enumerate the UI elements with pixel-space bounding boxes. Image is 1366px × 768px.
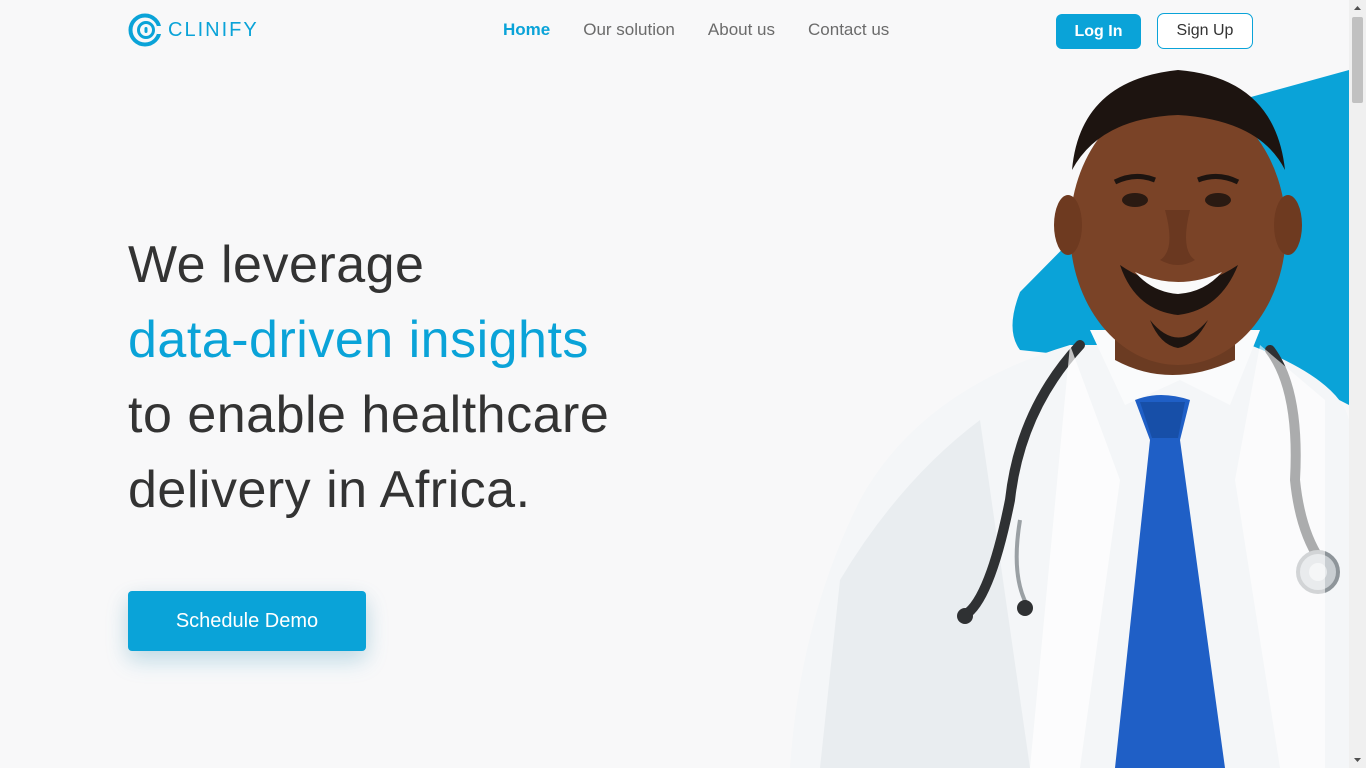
schedule-demo-button[interactable]: Schedule Demo (128, 591, 366, 651)
brand-name: CLINIFY (168, 18, 259, 41)
doctor-hero-image (790, 70, 1349, 768)
nav-contact-us[interactable]: Contact us (808, 20, 889, 40)
page-scrollbar[interactable] (1349, 0, 1366, 768)
scroll-down-arrow-icon[interactable] (1349, 751, 1366, 768)
login-button[interactable]: Log In (1056, 14, 1141, 49)
hero-line-2-highlight: data-driven insights (128, 311, 589, 369)
main-nav: Home Our solution About us Contact us (503, 20, 889, 40)
signup-button[interactable]: Sign Up (1157, 13, 1253, 49)
landing-page: CLINIFY Home Our solution About us Conta… (0, 0, 1349, 768)
hero-headline: We leverage data-driven insights to enab… (128, 228, 748, 528)
scroll-up-arrow-icon[interactable] (1349, 0, 1366, 17)
nav-about-us[interactable]: About us (708, 20, 775, 40)
hero-line-1: We leverage (128, 236, 425, 294)
nav-home[interactable]: Home (503, 20, 550, 40)
hero-line-4: delivery in Africa. (128, 461, 531, 519)
hero-line-3: to enable healthcare (128, 386, 610, 444)
clinify-logo-icon (128, 13, 162, 47)
nav-our-solution[interactable]: Our solution (583, 20, 675, 40)
brand-logo[interactable]: CLINIFY (128, 13, 259, 47)
scrollbar-thumb[interactable] (1352, 17, 1363, 103)
